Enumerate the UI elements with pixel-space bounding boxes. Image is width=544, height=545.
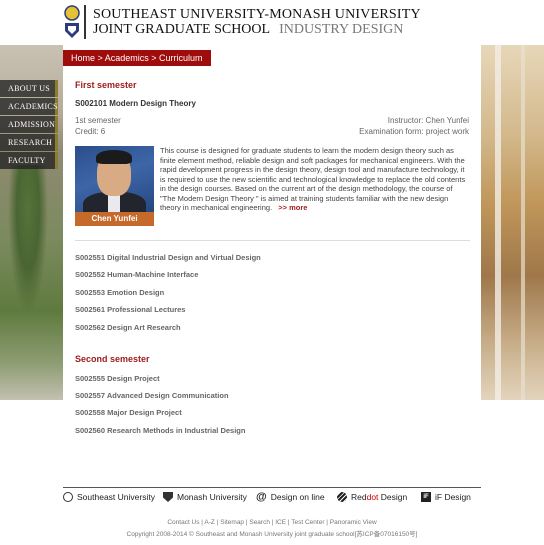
- if-logo-icon: iF: [421, 492, 431, 502]
- monash-shield-icon: [163, 492, 173, 502]
- reddot-icon: [337, 492, 347, 502]
- section-divider: [75, 240, 470, 241]
- site-title-school: JOINT GRADUATE SCHOOL: [93, 22, 270, 37]
- course-link[interactable]: S002553 Emotion Design: [75, 288, 164, 297]
- reddot-design-text: Design: [378, 492, 408, 502]
- nav-item-about-us[interactable]: ABOUT US: [0, 80, 58, 97]
- reddot-dot-text: dot: [366, 492, 379, 502]
- partner-southeast-university[interactable]: Southeast University: [63, 492, 155, 502]
- southeast-seal-icon: [63, 492, 73, 502]
- course-instructor: Instructor: Chen Yunfei: [387, 116, 469, 125]
- copyright-text: Copyright 2008-2014 © Southeast and Mona…: [126, 531, 418, 538]
- course-link[interactable]: S002557 Advanced Design Communication: [75, 391, 229, 400]
- partner-design-online[interactable]: @ Design on line: [256, 491, 325, 503]
- first-semester-title: First semester: [75, 80, 137, 90]
- partner-if-design[interactable]: iF iF Design: [421, 492, 471, 502]
- partner-label: Reddot Design: [351, 492, 407, 502]
- at-sign-icon: @: [256, 491, 267, 503]
- nav-item-admission[interactable]: ADMISSION: [0, 116, 58, 133]
- course-link[interactable]: S002561 Professional Lectures: [75, 305, 185, 314]
- site-header: SOUTHEAST UNIVERSITY-MONASH UNIVERSITY J…: [0, 0, 544, 45]
- course-credit: Credit: 6: [75, 127, 106, 136]
- instructor-photo: Chen Yunfei: [75, 146, 154, 226]
- partner-reddot-design[interactable]: Reddot Design: [337, 492, 407, 502]
- nav-item-academics[interactable]: ACADEMICS: [0, 98, 58, 115]
- course-link[interactable]: S002560 Research Methods in Industrial D…: [75, 426, 245, 435]
- nav-item-research[interactable]: RESEARCH: [0, 134, 58, 151]
- featured-course-title: S002101 Modern Design Theory: [75, 99, 196, 108]
- main-nav: ABOUT US ACADEMICS ADMISSION RESEARCH FA…: [0, 80, 58, 170]
- instructor-photo-caption: Chen Yunfei: [75, 212, 154, 226]
- partner-label: iF Design: [435, 492, 471, 502]
- right-background-photo: [481, 45, 544, 400]
- breadcrumb[interactable]: Home > Academics > Curriculum: [63, 50, 211, 66]
- course-link[interactable]: S002555 Design Project: [75, 374, 160, 383]
- course-link[interactable]: S002551 Digital Industrial Design and Vi…: [75, 253, 261, 262]
- nav-item-faculty[interactable]: FACULTY: [0, 152, 58, 169]
- partner-monash-university[interactable]: Monash University: [163, 492, 247, 502]
- reddot-red-text: Red: [351, 492, 367, 502]
- shield-logo-icon[interactable]: [63, 5, 81, 39]
- partner-label: Monash University: [177, 492, 247, 502]
- course-semester: 1st semester: [75, 116, 121, 125]
- site-title-line2: JOINT GRADUATE SCHOOL INDUSTRY DESIGN: [93, 22, 403, 38]
- course-exam-form: Examination form: project work: [359, 127, 469, 136]
- logo-divider: [84, 5, 86, 39]
- course-link[interactable]: S002562 Design Art Research: [75, 323, 181, 332]
- course-link[interactable]: S002552 Human-Machine Interface: [75, 270, 198, 279]
- footer-divider: [63, 487, 481, 488]
- site-title-line1: SOUTHEAST UNIVERSITY-MONASH UNIVERSITY: [93, 7, 421, 22]
- second-semester-title: Second semester: [75, 354, 150, 364]
- partner-label: Southeast University: [77, 492, 155, 502]
- course-link[interactable]: S002558 Major Design Project: [75, 408, 182, 417]
- more-link[interactable]: >> more: [278, 203, 307, 212]
- footer-links[interactable]: Contact Us | A-Z | Sitemap | Search | IC…: [0, 519, 544, 526]
- course-description: This course is designed for graduate stu…: [160, 146, 469, 213]
- course-description-text: This course is designed for graduate stu…: [160, 146, 466, 212]
- partner-label: Design on line: [270, 492, 325, 502]
- site-title-department: INDUSTRY DESIGN: [279, 22, 404, 37]
